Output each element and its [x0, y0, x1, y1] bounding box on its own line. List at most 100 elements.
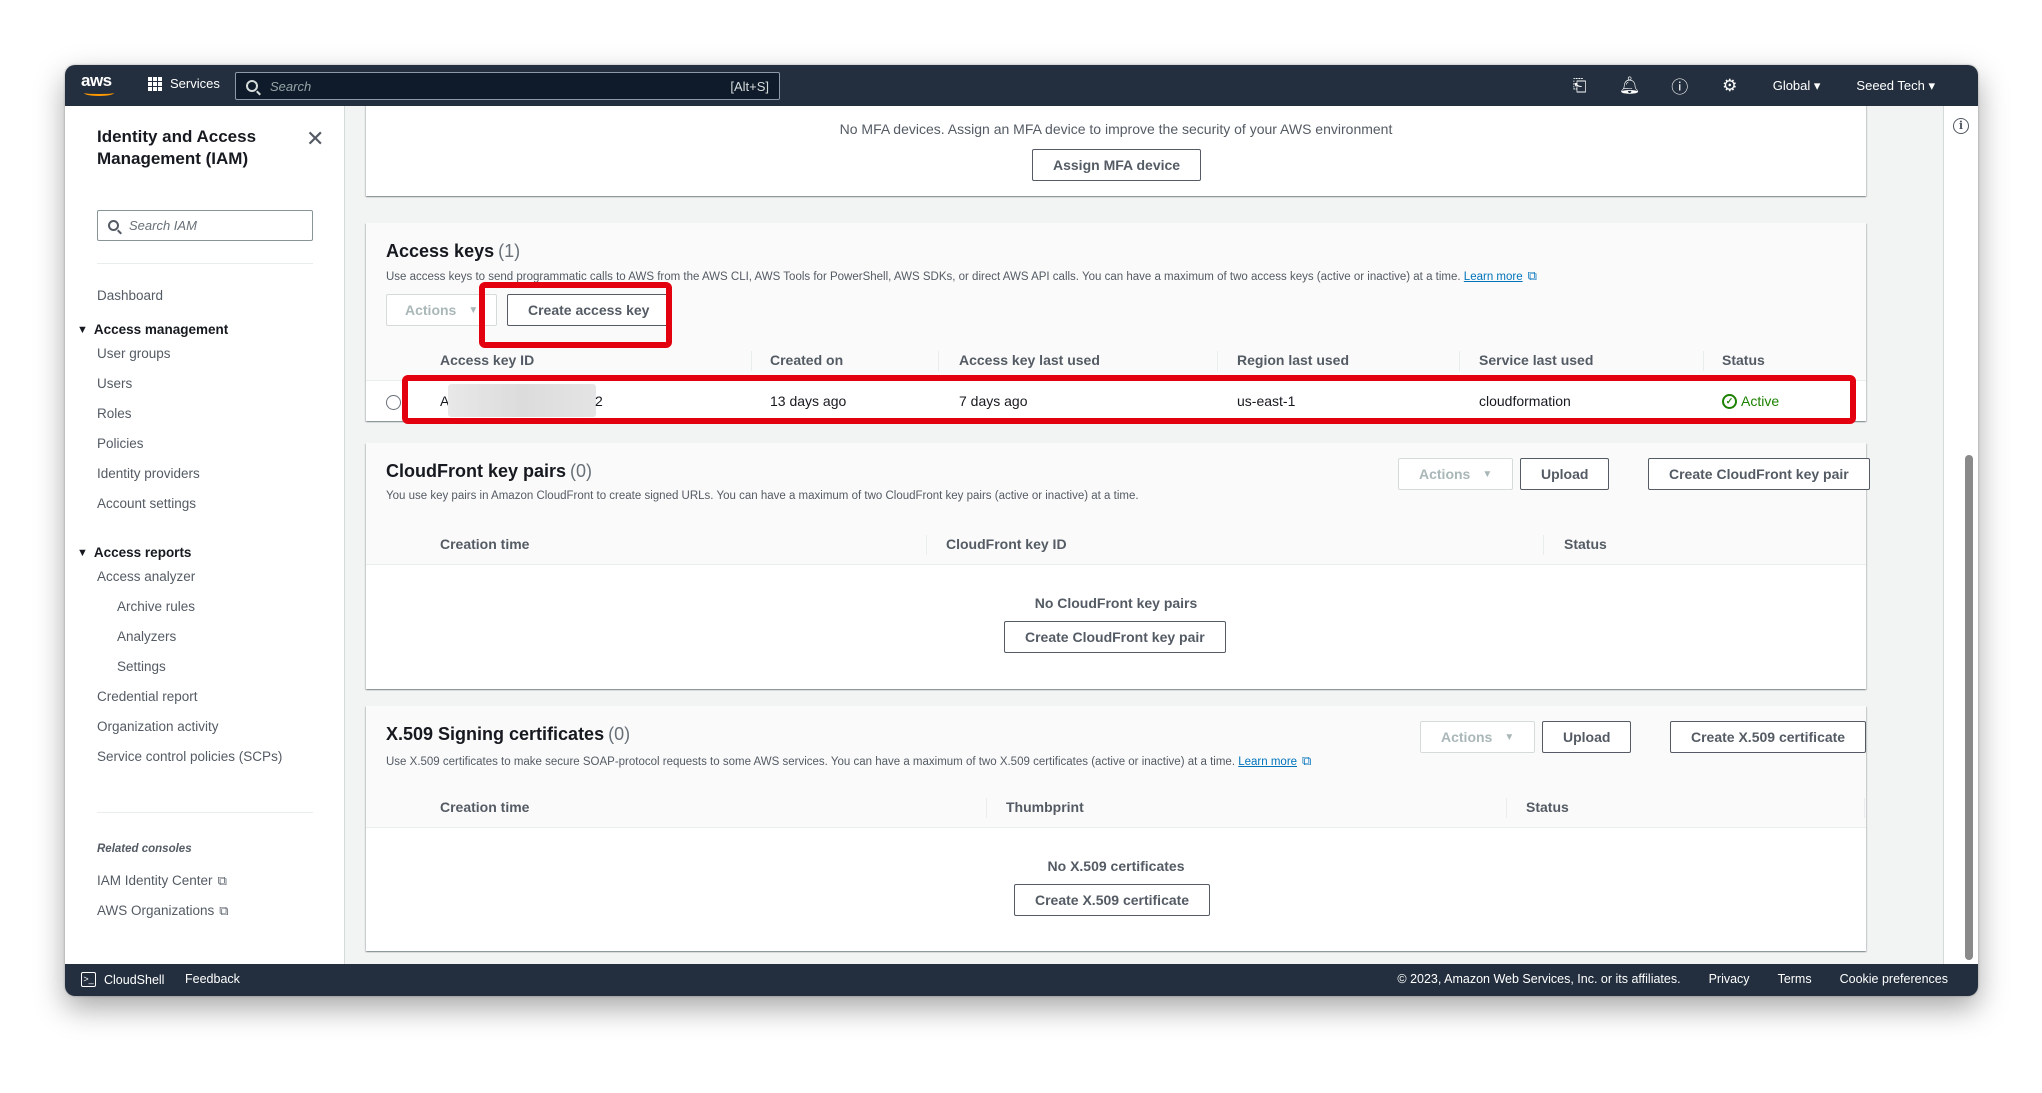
search-icon — [108, 220, 119, 231]
title-text: Access keys — [386, 241, 495, 261]
link-label: AWS Organizations — [97, 903, 215, 918]
sidebar-section-access-reports[interactable]: ▼ Access reports — [77, 545, 191, 560]
learn-more-link[interactable]: Learn more — [1464, 271, 1523, 283]
access-keys-table-header: Access key ID Created on Access key last… — [366, 341, 1866, 381]
section-label: Access management — [93, 322, 229, 337]
col-cloudfront-key-id[interactable]: CloudFront key ID — [946, 536, 1067, 552]
sidebar-title[interactable]: Identity and Access Management (IAM) — [97, 126, 287, 170]
col-access-key-id[interactable]: Access key ID — [440, 352, 534, 368]
region-value: us-east-1 — [1237, 393, 1296, 409]
footer-links: © 2023, Amazon Web Services, Inc. or its… — [1397, 972, 1948, 986]
col-creation-time[interactable]: Creation time — [440, 799, 529, 815]
sidebar-item-aws-organizations[interactable]: AWS Organizations ⧉ — [97, 903, 229, 919]
assign-mfa-button[interactable]: Assign MFA device — [1032, 149, 1202, 181]
sidebar-item-access-analyzer[interactable]: Access analyzer — [97, 569, 195, 584]
caret-down-icon: ▼ — [77, 546, 88, 559]
cloudshell-footer-button[interactable]: >_ CloudShell — [81, 972, 164, 987]
sidebar-item-credential-report[interactable]: Credential report — [97, 689, 198, 704]
external-link-icon: ⧉ — [217, 873, 227, 888]
column-separator — [1703, 351, 1704, 371]
top-navigation: aws Services Search [Alt+S] ⎗ 🔔︎ ⓘ ⚙ Glo… — [65, 65, 1978, 106]
account-menu[interactable]: Seeed Tech ▾ — [1838, 78, 1953, 94]
main-content: No MFA devices. Assign an MFA device to … — [346, 106, 1943, 964]
col-last-used[interactable]: Access key last used — [959, 352, 1100, 368]
bell-icon[interactable]: 🔔︎ — [1605, 76, 1655, 96]
desc-text: Use access keys to send programmatic cal… — [386, 271, 1461, 283]
sidebar-item-iam-identity-center[interactable]: IAM Identity Center ⧉ — [97, 873, 227, 889]
caret-down-icon: ▼ — [468, 304, 479, 316]
divider — [97, 263, 313, 264]
close-icon[interactable]: ✕ — [306, 126, 324, 152]
sidebar-item-scps[interactable]: Service control policies (SCPs) — [97, 749, 282, 764]
terms-link[interactable]: Terms — [1778, 972, 1812, 986]
column-separator — [1459, 351, 1460, 371]
last-used-value: 7 days ago — [959, 393, 1028, 409]
sidebar-item-policies[interactable]: Policies — [97, 436, 144, 451]
col-status[interactable]: Status — [1526, 799, 1569, 815]
create-cloudfront-key-pair-empty-button[interactable]: Create CloudFront key pair — [1004, 621, 1226, 653]
sidebar-item-identity-providers[interactable]: Identity providers — [97, 466, 200, 481]
search-placeholder: Search — [270, 78, 312, 94]
title-text: CloudFront key pairs — [386, 461, 567, 481]
mfa-panel: No MFA devices. Assign an MFA device to … — [366, 106, 1866, 196]
sidebar-item-analyzers[interactable]: Analyzers — [117, 629, 176, 644]
feedback-link[interactable]: Feedback — [185, 972, 240, 986]
actions-dropdown[interactable]: Actions ▼ — [1420, 721, 1536, 753]
scrollbar[interactable] — [1965, 455, 1973, 960]
upload-button[interactable]: Upload — [1520, 458, 1610, 490]
col-status[interactable]: Status — [1722, 352, 1765, 368]
services-menu-button[interactable]: Services — [148, 76, 220, 91]
cloudshell-label: CloudShell — [104, 972, 165, 987]
col-region[interactable]: Region last used — [1237, 352, 1349, 368]
status-text: Active — [1741, 393, 1780, 409]
sidebar-item-account-settings[interactable]: Account settings — [97, 496, 196, 511]
global-search-input[interactable]: Search [Alt+S] — [235, 72, 780, 100]
console-footer: >_ CloudShell Feedback © 2023, Amazon We… — [65, 964, 1978, 996]
column-separator — [986, 798, 987, 818]
create-x509-certificate-button[interactable]: Create X.509 certificate — [1670, 721, 1867, 753]
caret-down-icon: ▼ — [77, 323, 88, 336]
create-access-key-button[interactable]: Create access key — [507, 294, 671, 326]
learn-more-link[interactable]: Learn more — [1238, 756, 1297, 768]
actions-label: Actions — [1419, 466, 1471, 482]
col-created-on[interactable]: Created on — [770, 352, 843, 368]
col-service[interactable]: Service last used — [1479, 352, 1593, 368]
search-iam-input[interactable]: Search IAM — [97, 210, 313, 241]
sidebar-item-dashboard[interactable]: Dashboard — [97, 288, 163, 303]
upload-button[interactable]: Upload — [1542, 721, 1632, 753]
sidebar-item-roles[interactable]: Roles — [97, 406, 132, 421]
region-selector[interactable]: Global ▾ — [1755, 78, 1839, 94]
external-link-icon: ⧉ — [1302, 753, 1312, 768]
sidebar-item-user-groups[interactable]: User groups — [97, 346, 171, 361]
row-radio[interactable] — [386, 395, 401, 410]
create-x509-certificate-empty-button[interactable]: Create X.509 certificate — [1014, 884, 1211, 916]
col-status[interactable]: Status — [1564, 536, 1607, 552]
cloudshell-icon: >_ — [81, 972, 96, 987]
privacy-link[interactable]: Privacy — [1709, 972, 1750, 986]
info-icon[interactable]: i — [1953, 118, 1969, 134]
mfa-empty-text: No MFA devices. Assign an MFA device to … — [839, 121, 1393, 137]
create-cloudfront-key-pair-button[interactable]: Create CloudFront key pair — [1648, 458, 1870, 490]
column-separator — [926, 535, 927, 555]
search-icon — [246, 80, 258, 92]
desc-text: Use X.509 certificates to make secure SO… — [386, 756, 1236, 768]
access-keys-panel: Access keys (1) Use access keys to send p… — [366, 223, 1866, 421]
actions-dropdown[interactable]: Actions ▼ — [1398, 458, 1514, 490]
col-thumbprint[interactable]: Thumbprint — [1006, 799, 1084, 815]
section-label: Access reports — [93, 545, 192, 560]
sidebar-item-organization-activity[interactable]: Organization activity — [97, 719, 219, 734]
sidebar-item-users[interactable]: Users — [97, 376, 132, 391]
cloudshell-icon[interactable]: ⎗ — [1555, 76, 1605, 96]
table-row[interactable]: A 2 13 days ago 7 days ago us-east-1 clo… — [366, 382, 1866, 422]
cloudfront-panel: CloudFront key pairs (0) You use key pair… — [366, 443, 1870, 689]
col-creation-time[interactable]: Creation time — [440, 536, 529, 552]
sidebar-item-settings[interactable]: Settings — [117, 659, 166, 674]
sidebar-section-access-management[interactable]: ▼ Access management — [77, 322, 228, 337]
gear-icon[interactable]: ⚙ — [1705, 76, 1755, 96]
cookie-preferences-link[interactable]: Cookie preferences — [1840, 972, 1948, 986]
actions-dropdown[interactable]: Actions ▼ — [386, 294, 498, 326]
aws-logo[interactable]: aws — [81, 71, 119, 99]
sidebar-item-archive-rules[interactable]: Archive rules — [117, 599, 195, 614]
help-icon[interactable]: ⓘ — [1655, 73, 1705, 98]
copyright-text: © 2023, Amazon Web Services, Inc. or its… — [1397, 972, 1681, 986]
